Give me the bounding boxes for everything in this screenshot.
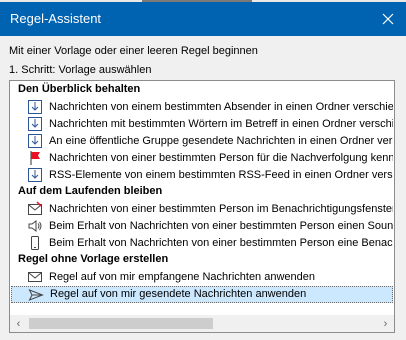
- list-item-label: Beim Erhalt von Nachrichten von einer be…: [49, 220, 393, 232]
- list-item[interactable]: Beim Erhalt von Nachrichten von einer be…: [11, 235, 393, 252]
- envelope-icon: [28, 272, 42, 282]
- close-button[interactable]: [370, 2, 406, 36]
- horizontal-scrollbar[interactable]: ‹ ›: [10, 315, 394, 332]
- list-item[interactable]: RSS-Elemente von einem bestimmten RSS-Fe…: [11, 167, 393, 184]
- group-header-organize: Den Überblick behalten: [18, 83, 141, 95]
- list-item-selected[interactable]: Regel auf von mir gesendete Nachrichten …: [11, 286, 393, 303]
- intro-text: Mit einer Vorlage oder einer leeren Rege…: [9, 45, 258, 57]
- list-item-label: Regel auf von mir empfangene Nachrichten…: [49, 271, 315, 283]
- list-item-label: An eine öffentliche Gruppe gesendete Nac…: [49, 135, 393, 147]
- group-header-blank: Regel ohne Vorlage erstellen: [18, 253, 169, 265]
- red-flag-icon: [30, 151, 40, 165]
- list-item[interactable]: Nachrichten mit bestimmten Wörtern im Be…: [11, 116, 393, 133]
- move-to-folder-icon: [28, 134, 42, 148]
- list-item-label: Nachrichten von einer bestimmten Person …: [49, 203, 393, 215]
- scroll-left-button[interactable]: ‹: [10, 315, 27, 332]
- mobile-device-icon: [31, 236, 39, 250]
- list-item-label: Beim Erhalt von Nachrichten von einer be…: [49, 237, 393, 249]
- list-item[interactable]: Nachrichten von einer bestimmten Person …: [11, 150, 393, 167]
- list-item[interactable]: Nachrichten von einer bestimmten Person …: [11, 201, 393, 218]
- scroll-right-button[interactable]: ›: [377, 315, 394, 332]
- window-title: Regel-Assistent: [10, 11, 102, 26]
- list-item-label: Regel auf von mir gesendete Nachrichten …: [50, 288, 307, 300]
- list-item-label: Nachrichten von einem bestimmten Absende…: [49, 101, 393, 113]
- list-item[interactable]: Beim Erhalt von Nachrichten von einer be…: [11, 218, 393, 235]
- chevron-left-icon: ‹: [16, 317, 21, 330]
- title-bar: Regel-Assistent: [0, 0, 406, 36]
- list-item[interactable]: Nachrichten von einem bestimmten Absende…: [11, 99, 393, 116]
- taskbar-strip: [0, 0, 406, 2]
- move-to-folder-icon: [28, 168, 42, 182]
- move-to-folder-icon: [28, 117, 42, 131]
- close-icon: [382, 13, 394, 25]
- list-item[interactable]: An eine öffentliche Gruppe gesendete Nac…: [11, 133, 393, 150]
- taskbar-strip-segment: [142, 0, 252, 2]
- group-header-uptodate: Auf dem Laufenden bleiben: [18, 185, 163, 197]
- step-label: 1. Schritt: Vorlage auswählen: [9, 64, 152, 76]
- list-item-label: RSS-Elemente von einem bestimmten RSS-Fe…: [49, 169, 393, 181]
- send-arrow-icon: [28, 289, 44, 301]
- alert-window-icon: [28, 201, 42, 215]
- chevron-right-icon: ›: [383, 317, 388, 330]
- scrollbar-thumb[interactable]: [29, 318, 213, 329]
- list-item[interactable]: Regel auf von mir empfangene Nachrichten…: [11, 269, 393, 286]
- template-list[interactable]: Den Überblick behalten Nachrichten von e…: [9, 80, 395, 333]
- move-to-folder-icon: [28, 100, 42, 114]
- speaker-icon: [28, 220, 42, 232]
- list-item-label: Nachrichten von einer bestimmten Person …: [49, 152, 393, 164]
- list-item-label: Nachrichten mit bestimmten Wörtern im Be…: [49, 118, 393, 130]
